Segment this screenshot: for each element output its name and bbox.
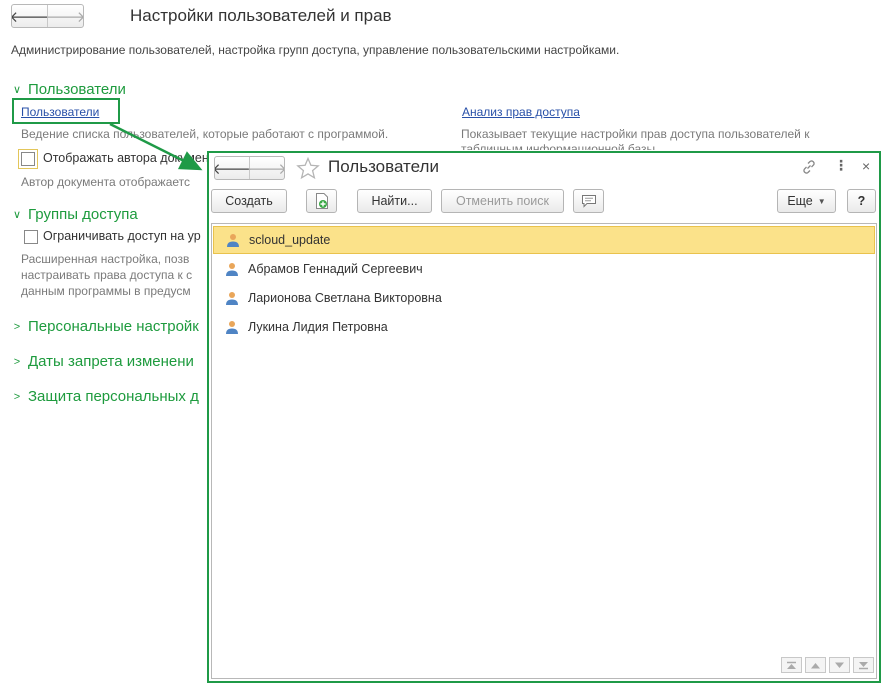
cancel-search-button[interactable]: Отменить поиск (441, 189, 564, 213)
users-list[interactable]: scloud_update Абрамов Геннадий Сергеевич… (211, 223, 877, 679)
help-button[interactable]: ? (847, 189, 876, 213)
list-item[interactable]: scloud_update (213, 226, 875, 254)
scroll-down-button[interactable] (829, 657, 850, 673)
comment-button[interactable] (573, 189, 604, 213)
scroll-to-bottom-button[interactable] (853, 657, 874, 673)
list-item[interactable]: Ларионова Светлана Викторовна (213, 284, 875, 312)
link-icon[interactable] (801, 159, 817, 175)
scroll-to-top-button[interactable] (781, 657, 802, 673)
user-name: scloud_update (249, 233, 331, 247)
star-icon[interactable] (296, 157, 320, 180)
comment-icon (581, 195, 596, 208)
users-window: 🡐 🡒 Пользователи ⋮ × Создать Найти... От… (207, 151, 881, 683)
close-icon[interactable]: × (862, 158, 870, 174)
list-item[interactable]: Абрамов Геннадий Сергеевич (213, 255, 875, 283)
user-icon (227, 234, 239, 247)
user-icon (226, 321, 238, 334)
up-triangle-icon (811, 662, 820, 668)
more-button[interactable]: Еще ▼ (777, 189, 836, 213)
list-item[interactable]: Лукина Лидия Петровна (213, 313, 875, 341)
caret-down-icon: ▼ (817, 196, 826, 206)
down-triangle-icon (835, 662, 844, 668)
user-icon (226, 263, 238, 276)
document-add-icon (315, 193, 328, 209)
find-button[interactable]: Найти... (357, 189, 432, 213)
user-name: Абрамов Геннадий Сергеевич (248, 262, 423, 276)
back-arrow-icon[interactable]: 🡐 (215, 157, 252, 179)
window-nav-buttons: 🡐 🡒 (214, 156, 285, 180)
to-top-icon (787, 661, 796, 669)
user-name: Ларионова Светлана Викторовна (248, 291, 442, 305)
forward-arrow-icon[interactable]: 🡒 (247, 157, 284, 179)
add-document-button[interactable] (306, 189, 337, 213)
to-bottom-icon (859, 661, 868, 669)
window-title: Пользователи (328, 157, 439, 176)
more-vertical-icon[interactable]: ⋮ (834, 158, 848, 172)
user-name: Лукина Лидия Петровна (248, 320, 388, 334)
create-button[interactable]: Создать (211, 189, 287, 213)
user-icon (226, 292, 238, 305)
more-button-label: Еще (787, 194, 813, 208)
scroll-up-button[interactable] (805, 657, 826, 673)
